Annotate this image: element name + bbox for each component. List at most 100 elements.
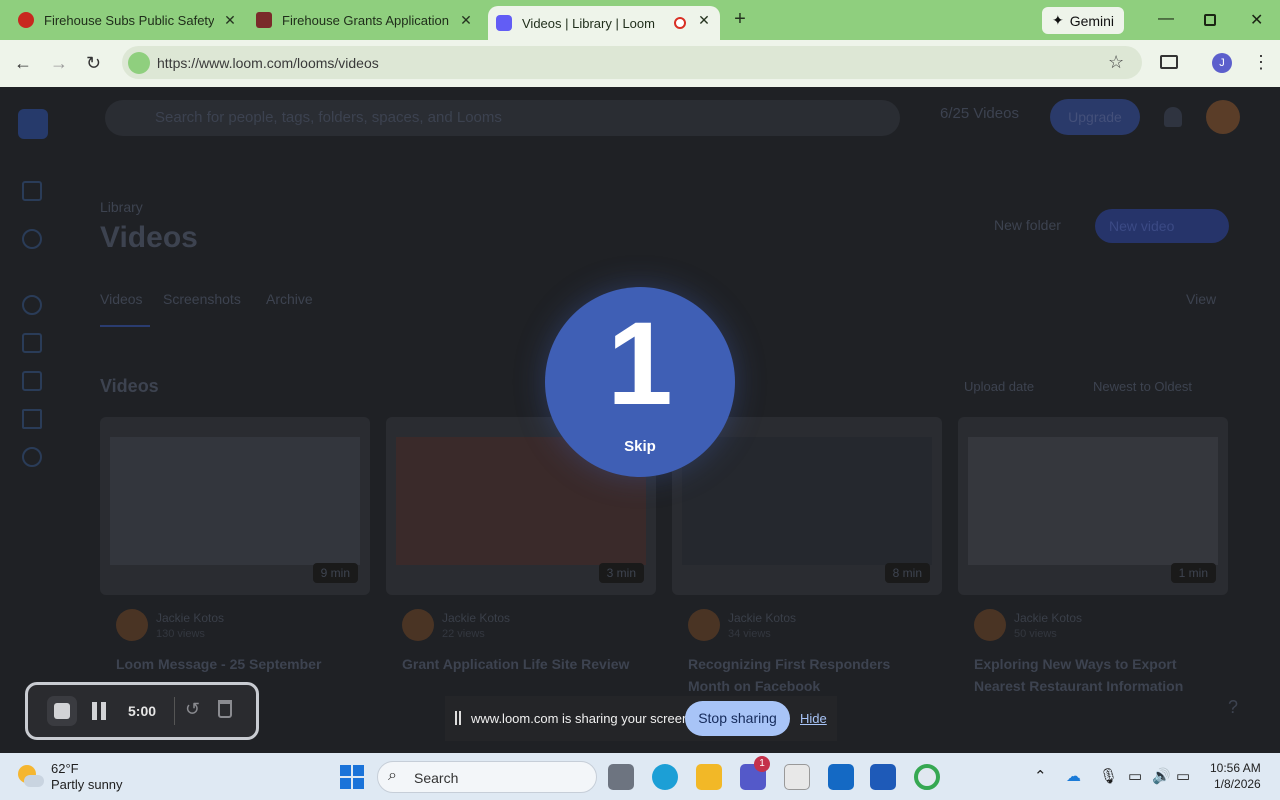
restore-icon[interactable] xyxy=(1204,14,1216,26)
trash-icon[interactable] xyxy=(218,700,232,718)
profile-icon[interactable] xyxy=(22,295,42,315)
restart-icon[interactable]: ↺ xyxy=(185,699,200,720)
outlook-icon[interactable] xyxy=(828,764,854,790)
video-meta: 22 views xyxy=(442,628,485,640)
video-title[interactable]: Grant Application Life Site Review xyxy=(402,653,642,675)
sort-by-dropdown[interactable]: Upload date xyxy=(964,379,1034,394)
history-clock-icon[interactable] xyxy=(22,447,42,467)
pause-icon[interactable] xyxy=(92,702,97,720)
page-title: Videos xyxy=(100,221,198,254)
teams-badge: 1 xyxy=(754,756,770,772)
share-message: www.loom.com is sharing your screen. xyxy=(471,711,693,726)
stop-sharing-button[interactable]: Stop sharing xyxy=(685,701,790,736)
video-title[interactable]: Exploring New Ways to Export Nearest Res… xyxy=(974,653,1214,697)
drag-handle-icon[interactable] xyxy=(455,711,457,725)
recording-countdown[interactable]: 1 Skip xyxy=(545,287,735,477)
new-video-button[interactable]: New video xyxy=(1095,209,1229,243)
firehouse-favicon-icon xyxy=(18,12,34,28)
gemini-button[interactable]: ✦ Gemini xyxy=(1042,7,1124,34)
tab-title: Videos | Library | Loom xyxy=(522,15,655,31)
video-title[interactable]: Recognizing First Responders Month on Fa… xyxy=(688,653,928,697)
weather-condition[interactable]: Partly sunny xyxy=(51,777,123,792)
tab-videos[interactable]: Videos xyxy=(100,291,143,307)
side-panel-icon[interactable] xyxy=(1160,55,1178,69)
thumbnail-image xyxy=(110,437,360,565)
close-icon[interactable]: ✕ xyxy=(696,12,712,29)
close-window-icon[interactable]: ✕ xyxy=(1250,10,1263,30)
skip-button[interactable]: Skip xyxy=(545,438,735,455)
author-name[interactable]: Jackie Kotos xyxy=(1014,611,1082,625)
reload-icon[interactable]: ↻ xyxy=(86,53,101,74)
network-icon[interactable]: ▭ xyxy=(1128,767,1142,785)
video-meta: 34 views xyxy=(728,628,771,640)
tab-loom-videos[interactable]: Videos | Library | Loom ✕ xyxy=(488,6,720,40)
chrome-icon[interactable] xyxy=(914,764,940,790)
taskbar-search-label: Search xyxy=(414,770,459,786)
author-name[interactable]: Jackie Kotos xyxy=(442,611,510,625)
calendar-icon[interactable] xyxy=(22,371,42,391)
url-text[interactable]: https://www.loom.com/looms/videos xyxy=(157,55,379,71)
bookmark-icon[interactable] xyxy=(22,409,42,429)
minimize-icon[interactable]: — xyxy=(1158,10,1174,28)
profile-avatar[interactable]: J xyxy=(1212,53,1232,73)
hide-link[interactable]: Hide xyxy=(800,711,827,726)
weather-temperature[interactable]: 62°F xyxy=(51,761,79,776)
sort-order-dropdown[interactable]: Newest to Oldest xyxy=(1093,379,1192,394)
windows-start-icon[interactable] xyxy=(340,765,364,789)
menu-kebab-icon[interactable]: ⋮ xyxy=(1252,52,1270,73)
countdown-number: 1 xyxy=(607,298,673,430)
loom-logo-icon[interactable] xyxy=(18,109,48,139)
gemini-sparkle-icon: ✦ xyxy=(1051,12,1064,28)
close-icon[interactable]: ✕ xyxy=(222,12,238,29)
duration-badge: 9 min xyxy=(312,563,358,583)
video-title[interactable]: Loom Message - 25 September xyxy=(116,653,356,675)
tab-firehouse-subs[interactable]: Firehouse Subs Public Safety Fo ✕ xyxy=(18,0,238,40)
help-icon[interactable]: ? xyxy=(1228,697,1238,718)
taskbar-search[interactable]: ⌕ Search xyxy=(377,761,597,793)
new-folder-button[interactable]: New folder xyxy=(994,217,1061,233)
forward-arrow-icon[interactable]: → xyxy=(50,53,68,74)
notification-bell-icon[interactable] xyxy=(1164,107,1182,127)
video-card-thumbnail[interactable]: 1 min xyxy=(958,417,1228,595)
home-icon[interactable] xyxy=(22,181,42,201)
bookmark-star-icon[interactable]: ☆ xyxy=(1108,52,1124,73)
volume-icon[interactable]: 🔊 xyxy=(1152,767,1171,785)
author-name[interactable]: Jackie Kotos xyxy=(728,611,796,625)
microphone-tray-icon[interactable]: 🎙 xyxy=(1099,767,1118,785)
teams-icon[interactable]: 1 xyxy=(740,756,770,790)
author-avatar xyxy=(402,609,434,641)
stop-recording-button[interactable] xyxy=(47,696,77,726)
duration-badge: 8 min xyxy=(884,563,930,583)
file-explorer-icon[interactable] xyxy=(696,764,722,790)
tab-archive[interactable]: Archive xyxy=(266,291,313,307)
word-icon[interactable] xyxy=(870,764,896,790)
view-toggle[interactable]: View xyxy=(1186,291,1216,307)
back-arrow-icon[interactable]: ← xyxy=(14,53,32,74)
taskbar-date[interactable]: 1/8/2026 xyxy=(1214,777,1261,791)
upgrade-button[interactable]: Upgrade xyxy=(1050,99,1140,135)
tab-screenshots[interactable]: Screenshots xyxy=(163,291,241,307)
onedrive-icon[interactable]: ☁ xyxy=(1066,767,1081,785)
partly-sunny-icon[interactable] xyxy=(18,765,44,789)
firehouse-grants-favicon-icon xyxy=(256,12,272,28)
new-tab-button[interactable]: + xyxy=(730,8,750,31)
show-hidden-icons-icon[interactable]: ⌃ xyxy=(1034,767,1047,785)
recording-controls: 5:00 ↺ xyxy=(25,682,259,740)
taskbar-time[interactable]: 10:56 AM xyxy=(1210,761,1261,775)
microsoft-store-icon[interactable] xyxy=(784,764,810,790)
add-user-icon[interactable] xyxy=(22,229,42,249)
task-view-icon[interactable] xyxy=(608,764,634,790)
author-name[interactable]: Jackie Kotos xyxy=(156,611,224,625)
video-card-thumbnail[interactable]: 9 min xyxy=(100,417,370,595)
video-meta: 130 views xyxy=(156,628,205,640)
edge-icon[interactable] xyxy=(652,764,678,790)
close-icon[interactable]: ✕ xyxy=(458,12,474,29)
library-icon[interactable] xyxy=(22,333,42,353)
breadcrumb[interactable]: Library xyxy=(100,199,143,215)
tab-firehouse-grants[interactable]: Firehouse Grants Application ✕ xyxy=(256,0,474,40)
author-avatar xyxy=(688,609,720,641)
battery-icon[interactable]: ▭ xyxy=(1176,767,1190,785)
author-avatar xyxy=(974,609,1006,641)
microphone-icon[interactable] xyxy=(128,52,150,74)
user-avatar[interactable] xyxy=(1206,100,1240,134)
